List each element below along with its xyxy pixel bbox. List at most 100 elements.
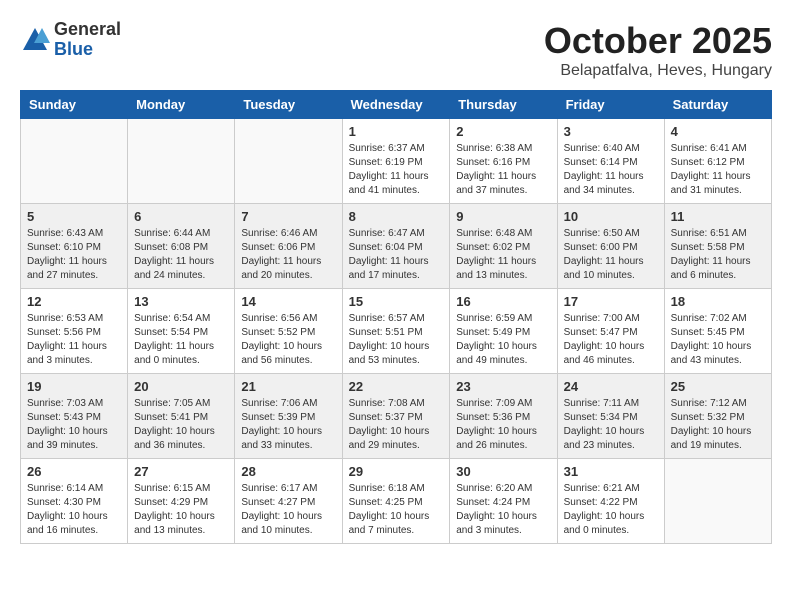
day-number: 16 [456,294,550,309]
logo-general-text: General [54,20,121,40]
calendar-week-row: 1 Sunrise: 6:37 AM Sunset: 6:19 PM Daylig… [21,119,772,204]
calendar-day-10: 10 Sunrise: 6:50 AM Sunset: 6:00 PM Dayli… [557,204,664,289]
day-info: Sunrise: 7:02 AM Sunset: 5:45 PM Dayligh… [671,312,765,368]
day-header-monday: Monday [128,91,235,119]
calendar-day-23: 23Sunrise: 7:09 AM Sunset: 5:36 PM Dayli… [450,374,557,459]
day-number: 14 [241,294,335,309]
calendar-empty-cell [21,119,128,204]
day-info: Sunrise: 7:09 AM Sunset: 5:36 PM Dayligh… [456,397,550,453]
day-info: Sunrise: 7:05 AM Sunset: 5:41 PM Dayligh… [134,397,228,453]
day-info: Sunrise: 6:47 AM Sunset: 6:04 PM Dayligh… [349,227,444,283]
day-number: 25 [671,379,765,394]
logo-blue-text: Blue [54,40,121,60]
day-number: 9 [456,209,550,224]
day-number: 11 [671,209,765,224]
calendar-day-30: 30Sunrise: 6:20 AM Sunset: 4:24 PM Dayli… [450,459,557,544]
day-info: Sunrise: 6:56 AM Sunset: 5:52 PM Dayligh… [241,312,335,368]
calendar-day-5: 5 Sunrise: 6:43 AM Sunset: 6:10 PM Daylig… [21,204,128,289]
calendar-day-1: 1 Sunrise: 6:37 AM Sunset: 6:19 PM Daylig… [342,119,450,204]
day-info: Sunrise: 6:54 AM Sunset: 5:54 PM Dayligh… [134,312,228,368]
day-info: Sunrise: 6:50 AM Sunset: 6:00 PM Dayligh… [564,227,658,283]
day-number: 19 [27,379,121,394]
calendar-header-row: SundayMondayTuesdayWednesdayThursdayFrid… [21,91,772,119]
day-header-wednesday: Wednesday [342,91,450,119]
day-number: 5 [27,209,121,224]
day-info: Sunrise: 6:57 AM Sunset: 5:51 PM Dayligh… [349,312,444,368]
calendar-day-20: 20 Sunrise: 7:05 AM Sunset: 5:41 PM Dayli… [128,374,235,459]
day-info: Sunrise: 6:37 AM Sunset: 6:19 PM Dayligh… [349,142,444,198]
day-number: 20 [134,379,228,394]
day-number: 12 [27,294,121,309]
day-info: Sunrise: 7:06 AM Sunset: 5:39 PM Dayligh… [241,397,335,453]
day-number: 30 [456,464,550,479]
day-info: Sunrise: 7:00 AM Sunset: 5:47 PM Dayligh… [564,312,658,368]
calendar-day-18: 18 Sunrise: 7:02 AM Sunset: 5:45 PM Dayli… [664,289,771,374]
calendar-day-17: 17 Sunrise: 7:00 AM Sunset: 5:47 PM Dayli… [557,289,664,374]
title-block: October 2025 Belapatfalva, Heves, Hungar… [544,20,772,80]
calendar-day-4: 4 Sunrise: 6:41 AM Sunset: 6:12 PM Daylig… [664,119,771,204]
day-info: Sunrise: 6:59 AM Sunset: 5:49 PM Dayligh… [456,312,550,368]
day-header-friday: Friday [557,91,664,119]
day-number: 6 [134,209,228,224]
calendar-day-14: 14 Sunrise: 6:56 AM Sunset: 5:52 PM Dayli… [235,289,342,374]
page-header: General Blue October 2025 Belapatfalva, … [20,20,772,80]
day-info: Sunrise: 6:18 AM Sunset: 4:25 PM Dayligh… [349,482,444,538]
day-info: Sunrise: 6:15 AM Sunset: 4:29 PM Dayligh… [134,482,228,538]
day-number: 13 [134,294,228,309]
day-number: 17 [564,294,658,309]
calendar-day-31: 31 Sunrise: 6:21 AM Sunset: 4:22 PM Dayli… [557,459,664,544]
calendar-day-24: 24Sunrise: 7:11 AM Sunset: 5:34 PM Dayli… [557,374,664,459]
day-number: 2 [456,124,550,139]
calendar-empty-cell [664,459,771,544]
day-header-saturday: Saturday [664,91,771,119]
logo-icon [20,25,50,55]
calendar-day-8: 8 Sunrise: 6:47 AM Sunset: 6:04 PM Daylig… [342,204,450,289]
day-number: 4 [671,124,765,139]
day-number: 31 [564,464,658,479]
day-number: 8 [349,209,444,224]
day-info: Sunrise: 6:17 AM Sunset: 4:27 PM Dayligh… [241,482,335,538]
calendar-day-29: 29 Sunrise: 6:18 AM Sunset: 4:25 PM Dayli… [342,459,450,544]
day-number: 10 [564,209,658,224]
day-info: Sunrise: 6:21 AM Sunset: 4:22 PM Dayligh… [564,482,658,538]
day-info: Sunrise: 6:43 AM Sunset: 6:10 PM Dayligh… [27,227,121,283]
calendar-day-7: 7 Sunrise: 6:46 AM Sunset: 6:06 PM Daylig… [235,204,342,289]
day-info: Sunrise: 6:38 AM Sunset: 6:16 PM Dayligh… [456,142,550,198]
day-header-thursday: Thursday [450,91,557,119]
day-info: Sunrise: 6:51 AM Sunset: 5:58 PM Dayligh… [671,227,765,283]
day-number: 22 [349,379,444,394]
day-info: Sunrise: 7:12 AM Sunset: 5:32 PM Dayligh… [671,397,765,453]
day-number: 3 [564,124,658,139]
calendar-day-3: 3Sunrise: 6:40 AM Sunset: 6:14 PM Daylig… [557,119,664,204]
day-number: 29 [349,464,444,479]
day-number: 28 [241,464,335,479]
day-info: Sunrise: 7:08 AM Sunset: 5:37 PM Dayligh… [349,397,444,453]
day-header-sunday: Sunday [21,91,128,119]
location: Belapatfalva, Heves, Hungary [544,62,772,80]
day-info: Sunrise: 7:03 AM Sunset: 5:43 PM Dayligh… [27,397,121,453]
calendar-day-12: 12 Sunrise: 6:53 AM Sunset: 5:56 PM Dayli… [21,289,128,374]
calendar-day-27: 27Sunrise: 6:15 AM Sunset: 4:29 PM Dayli… [128,459,235,544]
calendar-day-9: 9Sunrise: 6:48 AM Sunset: 6:02 PM Daylig… [450,204,557,289]
calendar-day-28: 28 Sunrise: 6:17 AM Sunset: 4:27 PM Dayli… [235,459,342,544]
day-info: Sunrise: 6:53 AM Sunset: 5:56 PM Dayligh… [27,312,121,368]
calendar-week-row: 5 Sunrise: 6:43 AM Sunset: 6:10 PM Daylig… [21,204,772,289]
day-info: Sunrise: 6:41 AM Sunset: 6:12 PM Dayligh… [671,142,765,198]
calendar-empty-cell [128,119,235,204]
day-info: Sunrise: 6:46 AM Sunset: 6:06 PM Dayligh… [241,227,335,283]
logo: General Blue [20,20,121,60]
day-info: Sunrise: 6:14 AM Sunset: 4:30 PM Dayligh… [27,482,121,538]
calendar-table: SundayMondayTuesdayWednesdayThursdayFrid… [20,90,772,544]
calendar-day-2: 2 Sunrise: 6:38 AM Sunset: 6:16 PM Daylig… [450,119,557,204]
day-number: 1 [349,124,444,139]
calendar-day-19: 19 Sunrise: 7:03 AM Sunset: 5:43 PM Dayli… [21,374,128,459]
day-info: Sunrise: 6:44 AM Sunset: 6:08 PM Dayligh… [134,227,228,283]
day-number: 24 [564,379,658,394]
calendar-day-22: 22 Sunrise: 7:08 AM Sunset: 5:37 PM Dayli… [342,374,450,459]
calendar-day-6: 6 Sunrise: 6:44 AM Sunset: 6:08 PM Daylig… [128,204,235,289]
day-number: 7 [241,209,335,224]
calendar-day-25: 25 Sunrise: 7:12 AM Sunset: 5:32 PM Dayli… [664,374,771,459]
calendar-week-row: 26Sunrise: 6:14 AM Sunset: 4:30 PM Dayli… [21,459,772,544]
calendar-day-16: 16 Sunrise: 6:59 AM Sunset: 5:49 PM Dayli… [450,289,557,374]
day-number: 18 [671,294,765,309]
